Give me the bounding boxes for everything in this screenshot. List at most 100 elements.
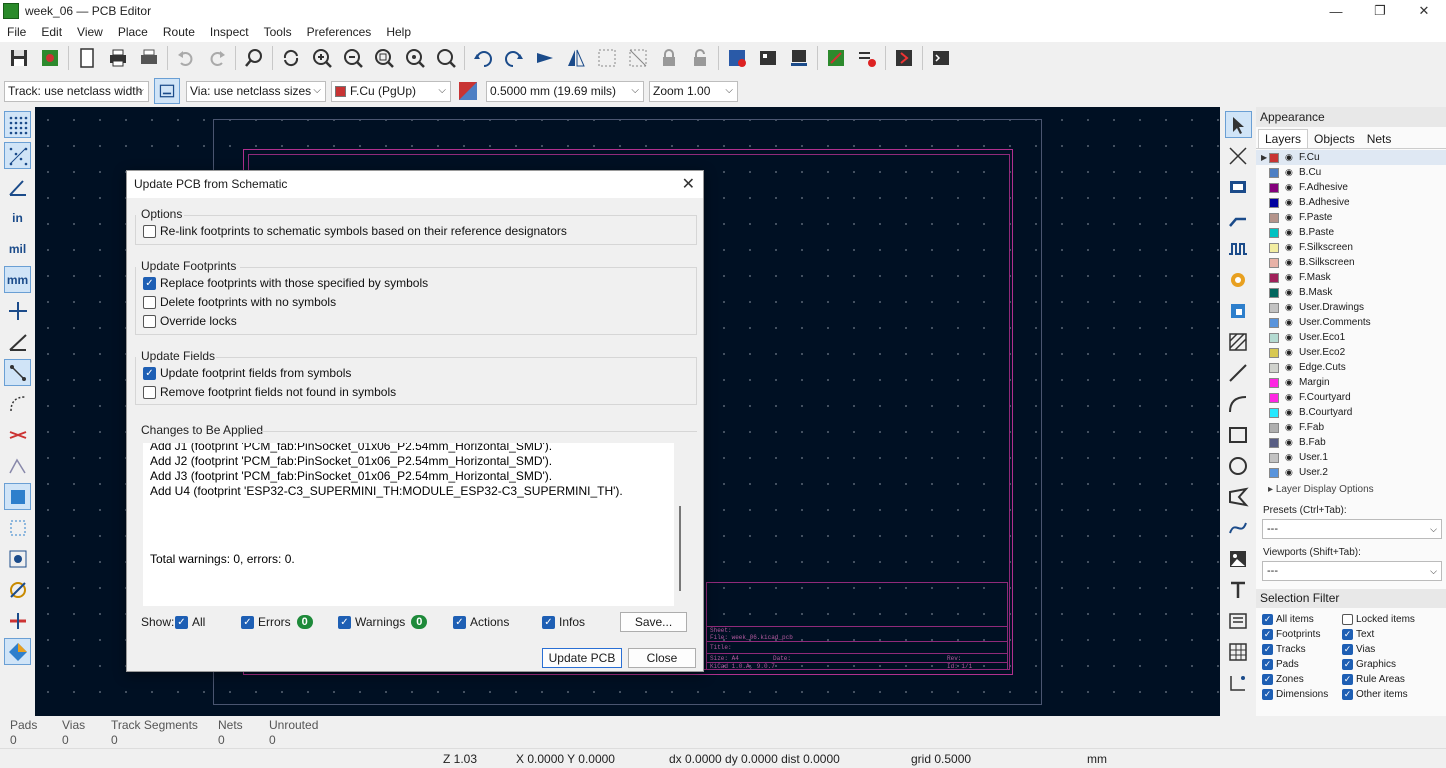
layer-color-swatch[interactable] [1269,227,1279,238]
changes-log[interactable]: Add J1 (footprint 'PCM_fab:PinSocket_01x… [143,443,674,606]
layer-color-swatch[interactable] [1269,332,1279,343]
unlock-icon[interactable] [686,45,713,72]
show-errors-filter[interactable]: ✓ Errors 0 [241,615,313,629]
filter-checkbox[interactable]: ✓ [1342,674,1353,685]
scripting-icon[interactable] [890,45,917,72]
layer-color-swatch[interactable] [1269,362,1279,373]
eye-icon[interactable]: ◉ [1285,467,1297,478]
menu-view[interactable]: View [70,25,111,39]
eye-icon[interactable]: ◉ [1285,317,1297,328]
menu-route[interactable]: Route [156,25,203,39]
filter-checkbox[interactable]: ✓ [1342,689,1353,700]
layer-row[interactable]: ◉ User.2 [1256,465,1446,480]
ratsnest-icon[interactable] [4,359,31,386]
layer-row[interactable]: ◉ B.Adhesive [1256,195,1446,210]
filter-checkbox[interactable]: ✓ [1262,659,1273,670]
polar-coords-icon[interactable] [4,173,31,200]
layer-row[interactable]: ◉ User.Eco2 [1256,345,1446,360]
layer-row[interactable]: ◉ User.Eco1 [1256,330,1446,345]
layer-pair-icon[interactable] [456,79,480,103]
filter-checkbox[interactable]: ✓ [1262,689,1273,700]
override-locks-option[interactable]: Override locks [143,314,237,328]
grid-size-select[interactable]: 0.5000 mm (19.69 mils) ⌵ [486,80,644,102]
eye-icon[interactable]: ◉ [1285,422,1297,433]
add-dimension-icon[interactable] [1225,669,1252,696]
layer-row[interactable]: ◉ User.Comments [1256,315,1446,330]
dialog-close-button[interactable]: Close [628,648,696,668]
zoom-objects-icon[interactable] [401,45,428,72]
layer-color-swatch[interactable] [1269,377,1279,388]
cursor-style-icon[interactable] [4,297,31,324]
layer-row[interactable]: ◉ B.Paste [1256,225,1446,240]
selection-filter-item[interactable]: ✓ Footprints [1262,627,1342,642]
add-via-icon[interactable] [1225,266,1252,293]
filter-checkbox[interactable]: ✓ [1262,644,1273,655]
eye-icon[interactable]: ◉ [1285,377,1297,388]
eye-icon[interactable]: ◉ [1285,257,1297,268]
netlist-icon[interactable] [723,45,750,72]
footprint-editor-icon[interactable] [754,45,781,72]
find-icon[interactable] [240,45,267,72]
filter-checkbox[interactable] [1342,614,1353,625]
eye-icon[interactable]: ◉ [1285,362,1297,373]
maximize-button[interactable]: ❐ [1358,0,1402,22]
show-all-filter[interactable]: ✓ All [175,615,205,629]
layer-color-swatch[interactable] [1269,287,1279,298]
tune-length-icon[interactable] [1225,235,1252,262]
show-errors-checkbox[interactable]: ✓ [241,615,254,629]
refresh-icon[interactable] [277,45,304,72]
layer-color-swatch[interactable] [1269,392,1279,403]
show-warnings-checkbox[interactable]: ✓ [338,615,351,629]
tab-nets[interactable]: Nets [1361,130,1398,148]
update-fields-checkbox[interactable]: ✓ [143,366,156,380]
layer-color-swatch[interactable] [1269,452,1279,463]
show-infos-checkbox[interactable]: ✓ [542,615,555,629]
menu-inspect[interactable]: Inspect [203,25,257,39]
remove-fields-checkbox[interactable] [143,385,156,399]
zoom-selection-icon[interactable] [432,45,459,72]
auto-track-width-icon[interactable] [154,78,180,104]
layer-row[interactable]: ◉ User.Drawings [1256,300,1446,315]
eye-icon[interactable]: ◉ [1285,392,1297,403]
layer-color-swatch[interactable] [1269,407,1279,418]
layer-select[interactable]: F.Cu (PgUp) ⌵ [331,80,451,102]
add-zone-icon[interactable] [1225,297,1252,324]
eye-icon[interactable]: ◉ [1285,242,1297,253]
draw-arc-icon[interactable] [1225,390,1252,417]
delete-footprints-option[interactable]: Delete footprints with no symbols [143,295,336,309]
flip-icon[interactable] [531,45,558,72]
layer-row[interactable]: ◉ B.Courtyard [1256,405,1446,420]
eye-icon[interactable]: ◉ [1285,287,1297,298]
eye-icon[interactable]: ◉ [1285,272,1297,283]
dialog-close-icon[interactable]: ✕ [682,171,695,198]
selection-filter-item[interactable]: ✓ Dimensions [1262,687,1342,702]
layer-color-swatch[interactable] [1269,317,1279,328]
layer-row[interactable]: ◉ B.Mask [1256,285,1446,300]
zoom-fit-icon[interactable] [370,45,397,72]
eye-icon[interactable]: ◉ [1285,197,1297,208]
group-icon[interactable] [593,45,620,72]
mirror-icon[interactable] [562,45,589,72]
selection-filter-item[interactable]: ✓ Other items [1342,687,1442,702]
zone-fill-icon[interactable] [4,483,31,510]
draw-line-icon[interactable] [1225,359,1252,386]
layer-color-swatch[interactable] [1269,422,1279,433]
eye-icon[interactable]: ◉ [1285,212,1297,223]
draw-rectangle-icon[interactable] [1225,421,1252,448]
units-mm-button[interactable]: mm [4,266,31,293]
terminal-icon[interactable] [927,45,954,72]
save-report-button[interactable]: Save... [620,612,687,632]
draw-polygon-icon[interactable] [1225,483,1252,510]
layer-row[interactable]: ◉ Edge.Cuts [1256,360,1446,375]
layer-row[interactable]: ◉ F.Silkscreen [1256,240,1446,255]
layer-row[interactable]: ◉ F.Courtyard [1256,390,1446,405]
update-pcb-icon[interactable] [822,45,849,72]
selection-filter-item[interactable]: ✓ All items [1262,612,1342,627]
eye-icon[interactable]: ◉ [1285,167,1297,178]
layer-color-swatch[interactable] [1269,167,1279,178]
viewports-select[interactable]: --- ⌵ [1262,561,1442,581]
plot-icon[interactable] [135,45,162,72]
layer-row[interactable]: ◉ F.Mask [1256,270,1446,285]
layer-color-swatch[interactable] [1269,257,1279,268]
via-display-icon[interactable] [4,576,31,603]
